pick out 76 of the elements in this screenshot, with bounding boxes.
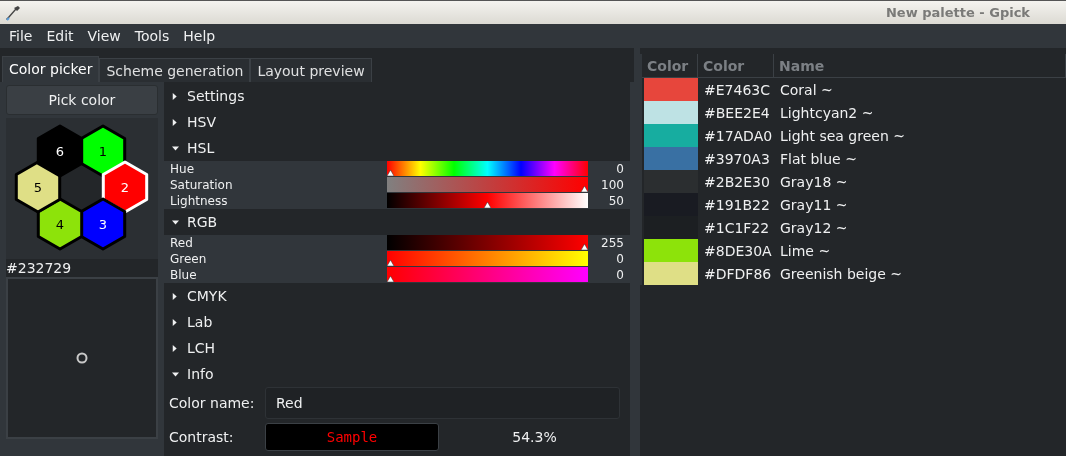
slider-value: 0 — [615, 268, 625, 282]
table-cell-text: Lightcyan2 ~ — [779, 103, 875, 123]
section-header[interactable]: LCH — [187, 340, 216, 356]
section-header[interactable]: Lab — [187, 314, 213, 330]
gradient-slider[interactable] — [387, 235, 588, 251]
color-swatch-hexagon[interactable]: 5 — [14, 160, 62, 214]
gradient-slider[interactable] — [387, 193, 588, 209]
caret-right-icon[interactable] — [172, 91, 179, 101]
table-cell-text: Greenish beige ~ — [779, 264, 903, 284]
color-name-label: Color name: — [169, 395, 256, 411]
menu-item[interactable]: Help — [176, 28, 223, 44]
color-name-field[interactable]: Red — [265, 387, 620, 419]
column-header[interactable]: Name — [774, 54, 1066, 78]
table-cell-text: #BEE2E4 — [703, 103, 771, 123]
section-header[interactable]: Info — [187, 366, 214, 382]
slider-value: 100 — [600, 178, 625, 192]
table-cell-text: #E7463C — [703, 80, 771, 100]
table-cell-text: #17ADA0 — [703, 126, 774, 146]
table-cell-text: Flat blue ~ — [779, 149, 858, 169]
caret-right-icon[interactable] — [172, 117, 179, 127]
table-cell-text: #8DE30A — [703, 241, 773, 261]
caret-right-icon[interactable] — [172, 291, 179, 301]
contrast-value: 54.3% — [511, 429, 558, 445]
section-header[interactable]: HSV — [187, 114, 216, 130]
table-cell-text: #3970A3 — [703, 149, 771, 169]
slider-value: 0 — [615, 252, 625, 266]
table-cell-text: #2B2E30 — [703, 172, 771, 192]
slider-thumb[interactable] — [484, 202, 491, 208]
gradient-slider[interactable] — [387, 267, 588, 283]
window-title: New palette - Gpick — [885, 5, 1030, 20]
menu-item[interactable]: Tools — [127, 28, 177, 44]
table-cell-text: Lime ~ — [779, 241, 832, 261]
color-swatch-hexagon[interactable]: 2 — [101, 160, 149, 214]
table-cell-text: Gray12 ~ — [779, 218, 849, 238]
contrast-label: Contrast: — [169, 429, 235, 445]
section-header[interactable]: Settings — [187, 88, 245, 104]
table-cell-text: #1C1F22 — [703, 218, 771, 238]
circle-icon — [76, 352, 88, 364]
slider-value: 0 — [615, 162, 625, 176]
table-cell-text: #191B22 — [703, 195, 771, 215]
color-swatch-hexagon[interactable]: 3 — [79, 197, 127, 251]
slider-label: Hue — [169, 162, 195, 176]
menu-item[interactable]: View — [80, 28, 128, 44]
tab[interactable]: Color picker — [2, 56, 100, 82]
caret-right-icon[interactable] — [172, 317, 179, 327]
table-cell-text: #DFDF86 — [703, 264, 773, 284]
table-cell-text: Gray11 ~ — [779, 195, 849, 215]
slider-value: 255 — [600, 236, 625, 250]
slider-label: Red — [169, 236, 194, 250]
color-swatch-hexagon[interactable]: 4 — [36, 197, 84, 251]
table-cell-text: Coral ~ — [779, 80, 834, 100]
slider-value: 50 — [607, 194, 625, 208]
menu-item[interactable]: File — [2, 28, 40, 44]
gradient-slider[interactable] — [387, 161, 588, 177]
color-swatch-hexagon[interactable]: 6 — [36, 124, 84, 178]
slider-label: Saturation — [169, 178, 234, 192]
contrast-sample: Sample — [265, 423, 439, 451]
menu-item[interactable]: Edit — [39, 28, 81, 44]
section-header[interactable]: CMYK — [187, 288, 227, 304]
gradient-slider[interactable] — [387, 251, 588, 267]
slider-thumb[interactable] — [387, 276, 394, 282]
slider-label: Lightness — [169, 194, 229, 208]
section-header[interactable]: HSL — [187, 140, 215, 156]
tab[interactable]: Scheme generation — [99, 58, 251, 82]
table-cell-text: Gray18 ~ — [779, 172, 849, 192]
gradient-slider[interactable] — [387, 177, 588, 193]
table-cell-text: Light sea green ~ — [779, 126, 906, 146]
section-header[interactable]: RGB — [187, 214, 218, 230]
caret-right-icon[interactable] — [172, 343, 179, 353]
color-hex-label: #232729 — [6, 259, 158, 277]
slider-label: Blue — [169, 268, 198, 282]
slider-label: Green — [169, 252, 208, 266]
tab[interactable]: Layout preview — [250, 58, 372, 82]
pick-color-button[interactable]: Pick color — [6, 85, 158, 115]
column-header[interactable]: Color — [698, 54, 774, 78]
eyedropper-icon — [6, 4, 20, 21]
